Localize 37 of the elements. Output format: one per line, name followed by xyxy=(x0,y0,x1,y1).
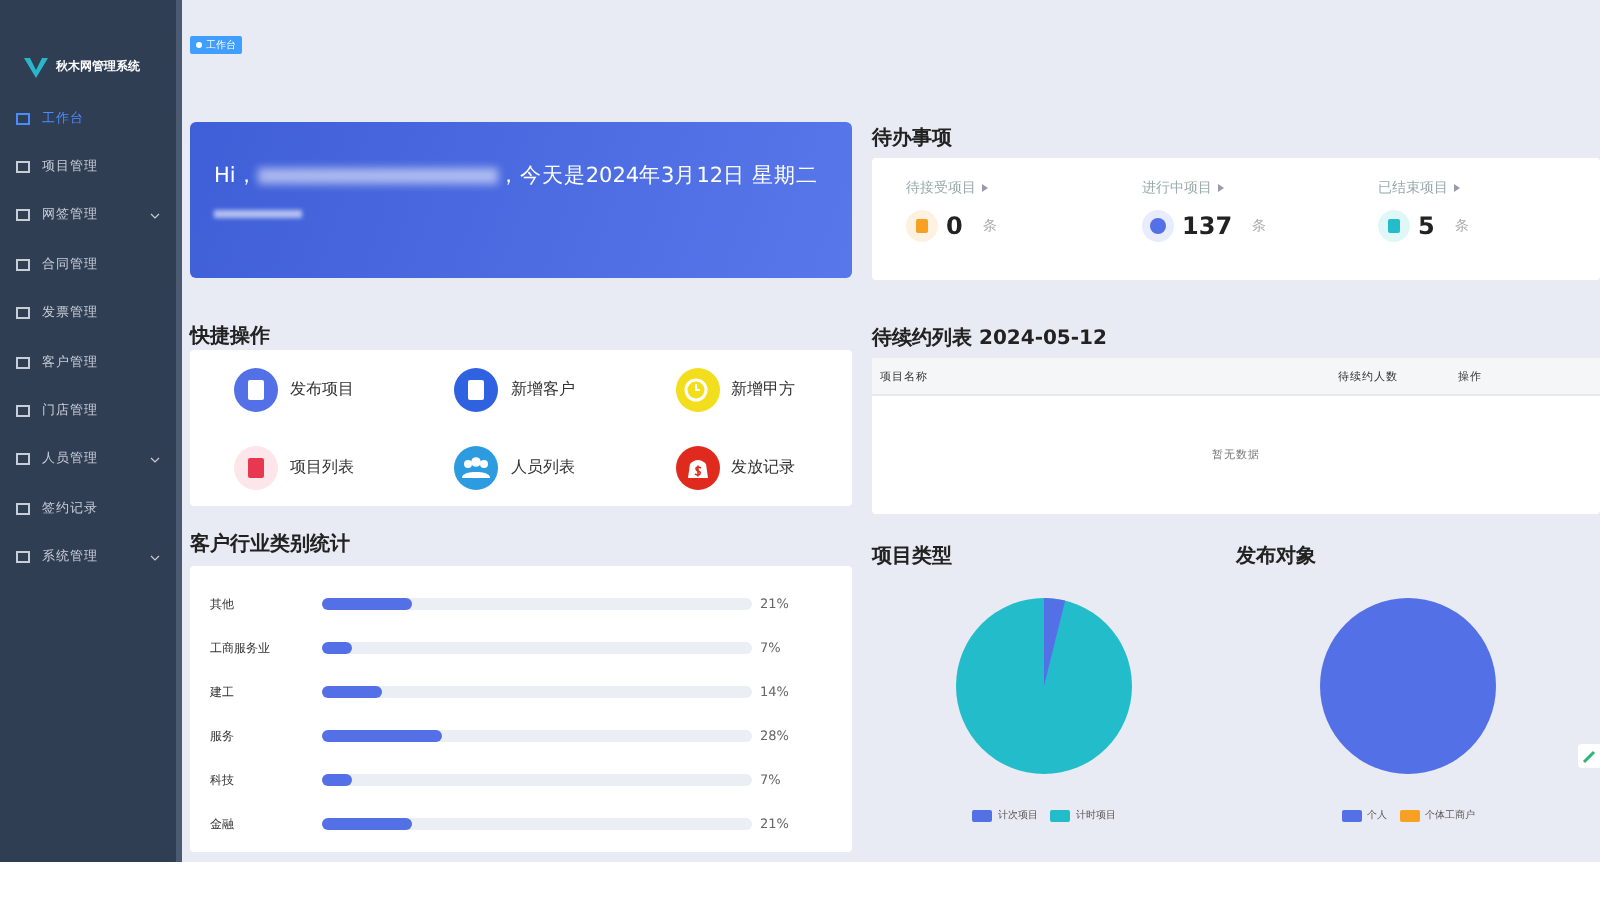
quick-action[interactable]: 新增甲方 xyxy=(631,350,852,428)
menu-item-icon xyxy=(16,208,30,223)
money-icon xyxy=(675,445,720,489)
menu-item-icon xyxy=(16,452,30,467)
menu-item-icon xyxy=(16,404,30,419)
quick-action[interactable]: 项目列表 xyxy=(190,428,411,506)
list-icon xyxy=(234,445,278,489)
chart-title: 发布对象 xyxy=(1236,543,1318,570)
menu-item-icon xyxy=(16,111,30,126)
todo-count: 137 xyxy=(1182,212,1233,240)
menu-item-icon xyxy=(16,355,30,370)
menu-item-icon xyxy=(16,306,30,321)
people-icon xyxy=(454,445,499,489)
caret-icon xyxy=(1218,184,1224,192)
quick-action[interactable]: 发布项目 xyxy=(190,350,411,428)
logo-icon xyxy=(24,55,48,79)
greeting-text: Hi， ，今天是2024年3月12日 星期二 xyxy=(214,162,820,190)
chart-title: 项目类型 xyxy=(872,543,954,570)
caret-icon xyxy=(1454,184,1460,192)
doc-icon xyxy=(234,367,278,411)
section-title: 待续约列表 2024-05-12 xyxy=(872,325,1109,352)
menu-item-icon xyxy=(16,257,30,272)
todo-count: 5 xyxy=(1418,212,1435,240)
document-icon xyxy=(906,210,938,242)
caret-icon xyxy=(982,184,988,192)
document-icon xyxy=(1378,210,1410,242)
section-title: 待办事项 xyxy=(872,125,954,152)
menu-item-icon xyxy=(16,550,30,565)
menu-item-icon xyxy=(16,160,30,175)
quick-action[interactable]: 发放记录 xyxy=(631,428,852,506)
todo-count: 0 xyxy=(946,212,963,240)
section-title: 快捷操作 xyxy=(190,323,272,350)
quick-action[interactable]: 人员列表 xyxy=(410,428,632,506)
menu-item-icon xyxy=(16,501,30,516)
quick-action[interactable]: 新增客户 xyxy=(410,350,632,428)
floating-button[interactable] xyxy=(1578,744,1600,768)
section-title: 客户行业类别统计 xyxy=(190,530,352,558)
